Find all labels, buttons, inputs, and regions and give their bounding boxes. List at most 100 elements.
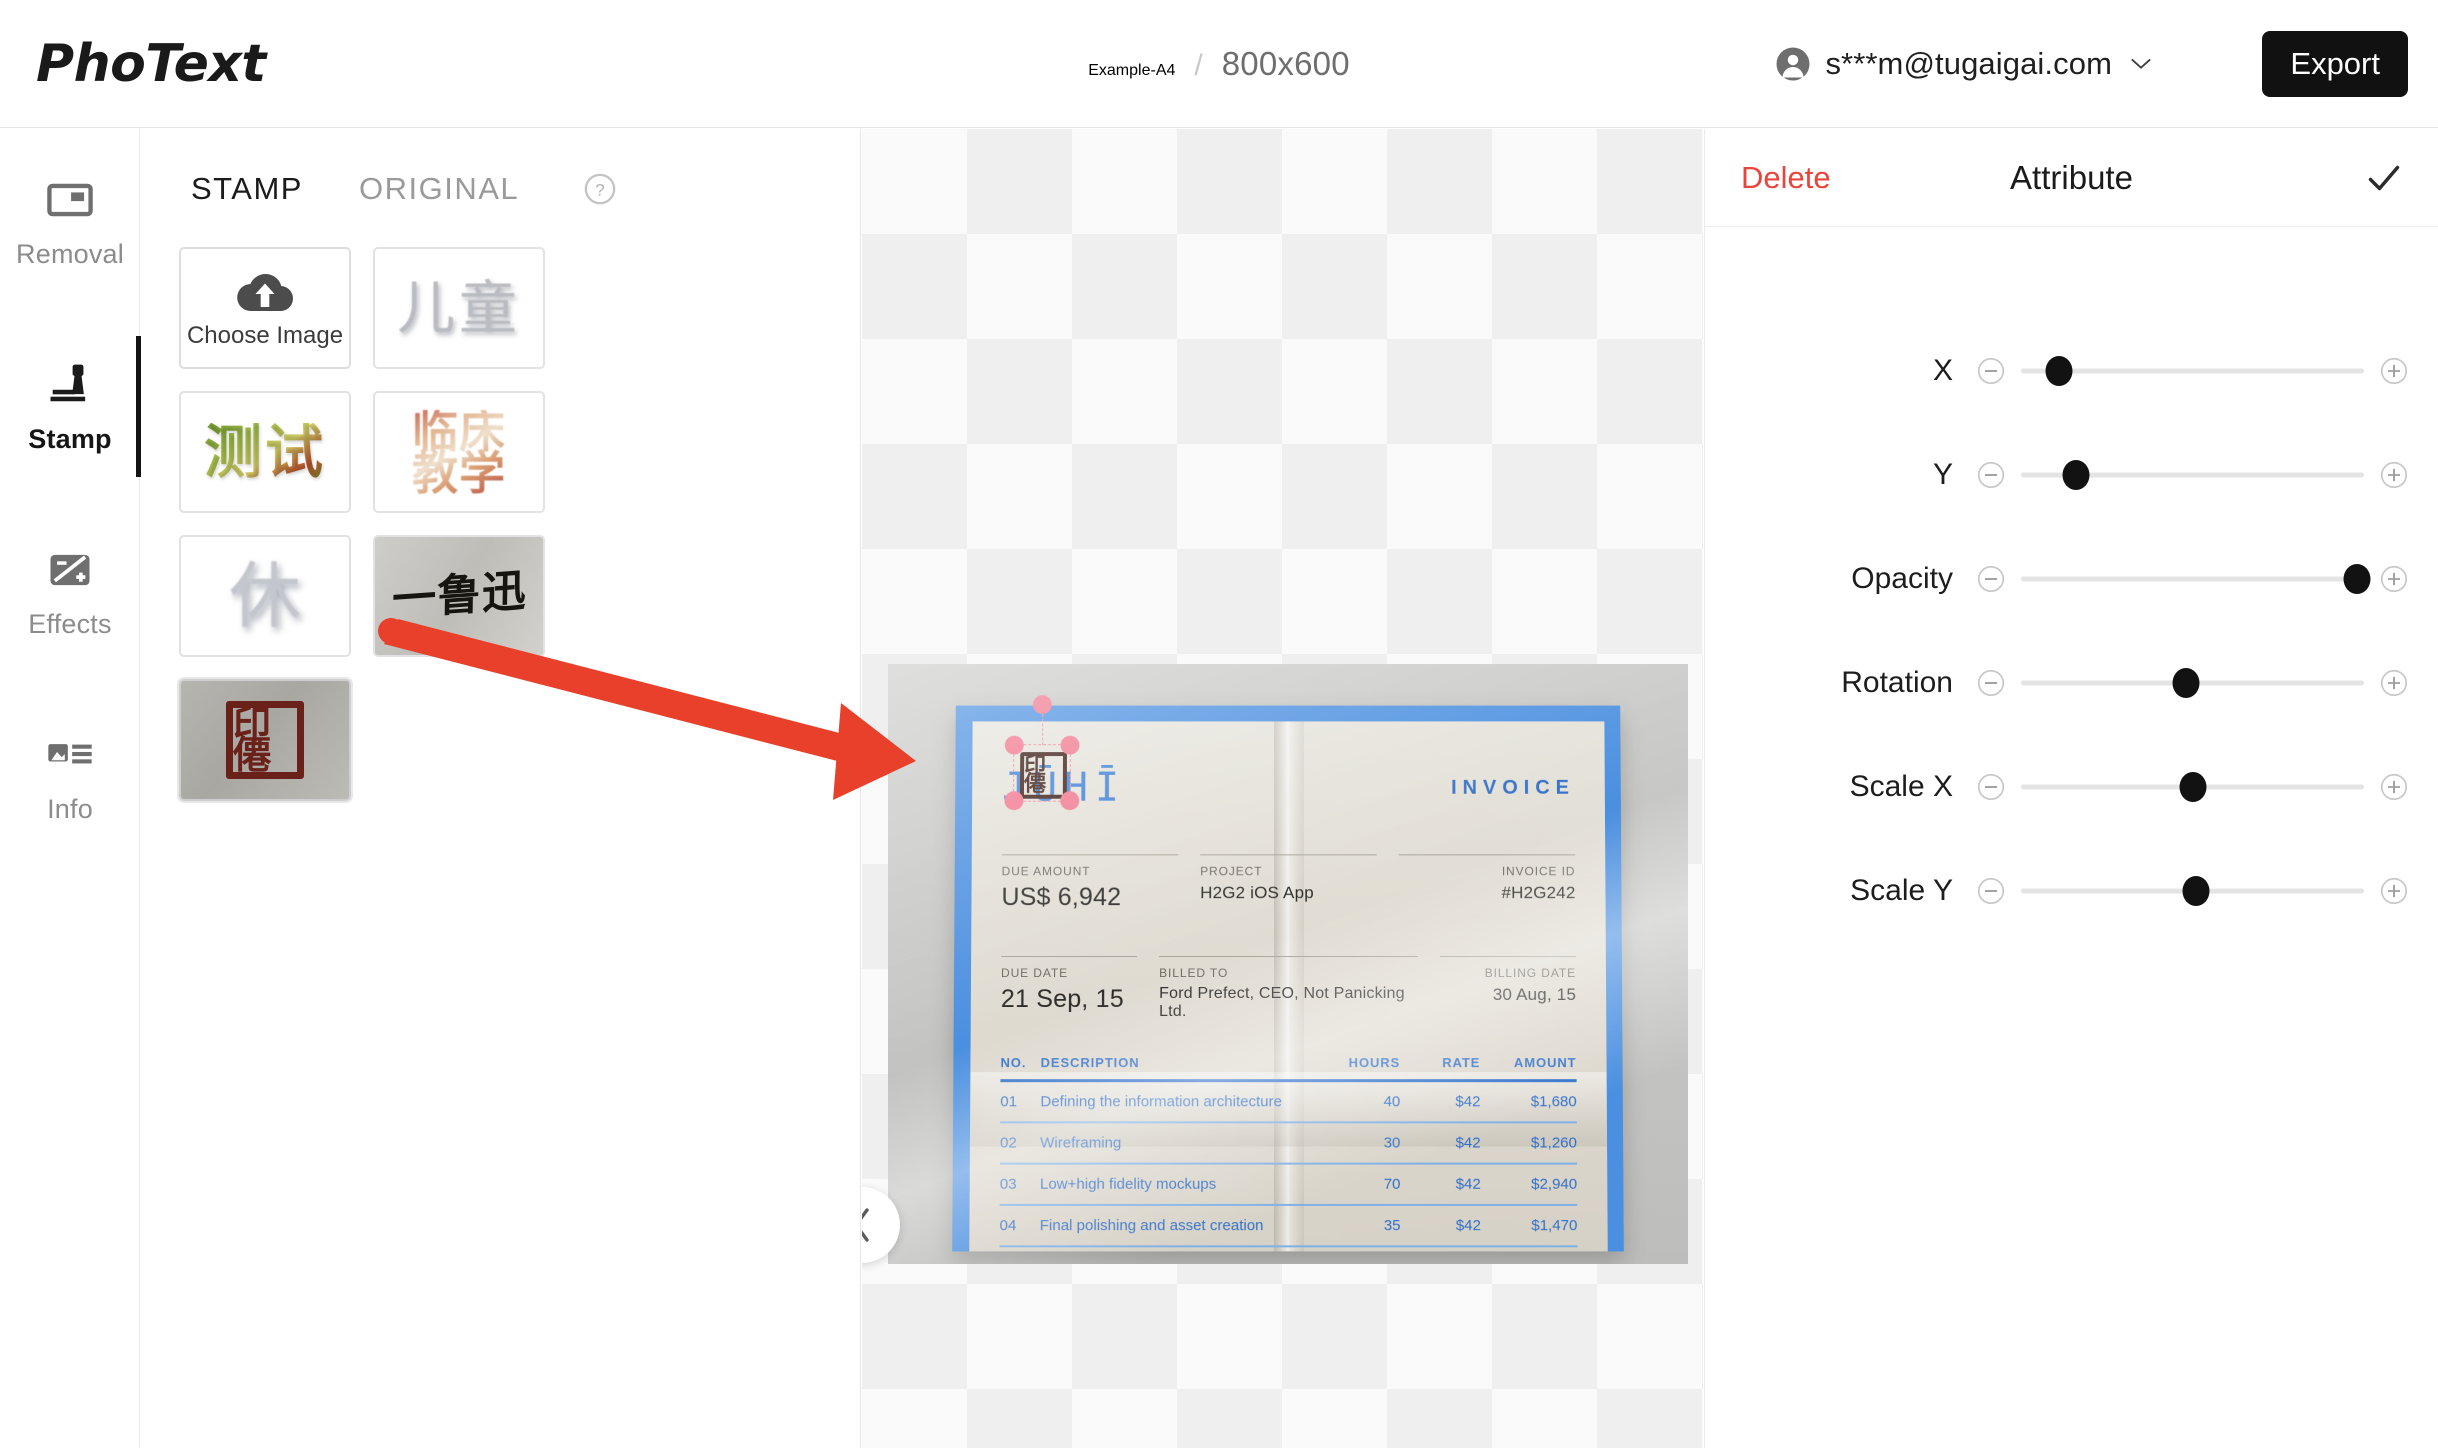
stamp-thumb-luxun[interactable]: 一鲁迅 bbox=[373, 535, 545, 657]
resize-handle-bottom-right[interactable] bbox=[1060, 791, 1079, 810]
resize-handle-top-left[interactable] bbox=[1005, 736, 1024, 755]
minus-circle-icon[interactable] bbox=[1977, 565, 2005, 593]
stamp-panel: STAMP ORIGINAL ? Choose Image 儿童 测试 临床 教… bbox=[141, 129, 861, 1448]
app-header: PhoText Example-A4 / 800x600 s***m@tugai… bbox=[0, 0, 2438, 128]
plus-circle-icon[interactable] bbox=[2380, 669, 2408, 697]
cell-rate: $42 bbox=[1401, 1205, 1482, 1246]
cell-no: 02 bbox=[1000, 1122, 1040, 1163]
table-row: 02 Wireframing 30 $42 $1,260 bbox=[1000, 1122, 1577, 1163]
slider-track-scale-x[interactable] bbox=[2021, 773, 2364, 801]
export-button[interactable]: Export bbox=[2262, 31, 2408, 97]
slider-row-rotation: Rotation bbox=[1705, 631, 2438, 735]
plus-circle-icon[interactable] bbox=[2380, 565, 2408, 593]
stamp-thumb-linchuang[interactable]: 临床 教学 bbox=[373, 391, 545, 513]
tab-original[interactable]: ORIGINAL bbox=[359, 171, 519, 207]
meta-label: INVOICE ID bbox=[1399, 864, 1576, 878]
cell-rate: $42 bbox=[1400, 1164, 1480, 1205]
meta-label: BILLED TO bbox=[1159, 966, 1418, 980]
account-menu[interactable]: s***m@tugaigai.com bbox=[1775, 46, 2152, 82]
slider-knob-opacity[interactable] bbox=[2344, 564, 2371, 594]
meta-value: #H2G242 bbox=[1399, 883, 1576, 903]
col-no: NO. bbox=[1000, 1055, 1040, 1081]
slider-label-y: Y bbox=[1705, 458, 1977, 492]
col-rate: RATE bbox=[1400, 1055, 1480, 1081]
tab-stamp[interactable]: STAMP bbox=[191, 171, 303, 207]
meta-label: DUE DATE bbox=[1001, 966, 1137, 980]
rail-item-effects[interactable]: Effects bbox=[0, 499, 140, 684]
slider-row-y: Y bbox=[1705, 423, 2438, 527]
slider-track-rotation[interactable] bbox=[2021, 669, 2364, 697]
rail-item-stamp[interactable]: Stamp bbox=[0, 314, 140, 499]
minus-circle-icon[interactable] bbox=[1977, 461, 2005, 489]
meta-label: BILLING DATE bbox=[1440, 966, 1576, 980]
stamp-selection-box[interactable]: 印僊 bbox=[1013, 744, 1071, 802]
meta-label: DUE AMOUNT bbox=[1002, 864, 1179, 878]
slider-knob-y[interactable] bbox=[2062, 460, 2089, 490]
slider-track-y[interactable] bbox=[2021, 461, 2364, 489]
cell-no: 01 bbox=[1000, 1081, 1040, 1123]
editor-canvas[interactable]: JŪHĪ INVOICE DUE AMOUNT US$ 6,942 PROJEC… bbox=[862, 129, 1703, 1448]
table-row: 01 Defining the information architecture… bbox=[1000, 1081, 1577, 1123]
stamp-thumb-luxun-text: 一鲁迅 bbox=[391, 569, 526, 623]
info-icon bbox=[44, 729, 96, 781]
plus-circle-icon[interactable] bbox=[2380, 357, 2408, 385]
chevron-left-icon bbox=[862, 1207, 873, 1243]
meta-billing-date: BILLING DATE 30 Aug, 15 bbox=[1440, 956, 1576, 1021]
slider-label-rotation: Rotation bbox=[1705, 666, 1977, 700]
placed-stamp[interactable]: 印僊 bbox=[1020, 752, 1067, 799]
cell-no: 04 bbox=[999, 1205, 1039, 1246]
plus-circle-icon[interactable] bbox=[2380, 773, 2408, 801]
slider-track-x[interactable] bbox=[2021, 357, 2364, 385]
slider-label-opacity: Opacity bbox=[1705, 562, 1977, 596]
slider-label-scale-y: Scale Y bbox=[1705, 874, 1977, 908]
cell-desc: Defining the information architecture bbox=[1040, 1081, 1308, 1123]
cell-rate: $42 bbox=[1400, 1081, 1480, 1123]
meta-value: 21 Sep, 15 bbox=[1001, 985, 1137, 1014]
minus-circle-icon[interactable] bbox=[1977, 357, 2005, 385]
col-desc: DESCRIPTION bbox=[1040, 1055, 1308, 1081]
slider-row-scale-y: Scale Y bbox=[1705, 839, 2438, 943]
minus-circle-icon[interactable] bbox=[1977, 773, 2005, 801]
choose-image-button[interactable]: Choose Image bbox=[179, 247, 351, 369]
cell-hours: 40 bbox=[1308, 1081, 1400, 1123]
meta-invoice-id: INVOICE ID #H2G242 bbox=[1399, 854, 1576, 912]
stamp-thumb-linchuang-text: 临床 教学 bbox=[412, 410, 506, 495]
cell-amount: $1,680 bbox=[1480, 1081, 1576, 1123]
slider-track-opacity[interactable] bbox=[2021, 565, 2364, 593]
attribute-title: Attribute bbox=[2010, 159, 2133, 197]
slider-row-x: X bbox=[1705, 319, 2438, 423]
rotate-handle[interactable] bbox=[1033, 695, 1052, 714]
question-circle-icon[interactable]: ? bbox=[583, 172, 617, 206]
invoice-header: JŪHĪ INVOICE bbox=[1002, 765, 1575, 811]
stamp-thumb-seal-text: 印僊 bbox=[226, 701, 304, 779]
rail-label-info: Info bbox=[47, 794, 93, 825]
stamp-thumb-ertong[interactable]: 儿童 bbox=[373, 247, 545, 369]
slider-label-x: X bbox=[1705, 354, 1977, 388]
stamp-thumb-xiu[interactable]: 休 bbox=[179, 535, 351, 657]
rail-item-removal[interactable]: Removal bbox=[0, 129, 140, 314]
svg-text:?: ? bbox=[595, 181, 604, 200]
plus-circle-icon[interactable] bbox=[2380, 461, 2408, 489]
table-header-row: NO. DESCRIPTION HOURS RATE AMOUNT bbox=[1000, 1055, 1576, 1081]
resize-handle-bottom-left[interactable] bbox=[1004, 791, 1023, 810]
rail-item-info[interactable]: Info bbox=[0, 684, 140, 869]
slider-knob-x[interactable] bbox=[2045, 356, 2072, 386]
meta-due-date: DUE DATE 21 Sep, 15 bbox=[1001, 956, 1137, 1021]
cell-amount: $1,260 bbox=[1481, 1122, 1578, 1163]
plus-circle-icon[interactable] bbox=[2380, 877, 2408, 905]
stamp-thumb-ceshi[interactable]: 测试 bbox=[179, 391, 351, 513]
check-icon[interactable] bbox=[2366, 160, 2402, 196]
delete-button[interactable]: Delete bbox=[1741, 160, 1831, 196]
stamp-thumb-ceshi-text: 测试 bbox=[204, 423, 326, 481]
slider-knob-scale-y[interactable] bbox=[2182, 876, 2209, 906]
slider-knob-rotation[interactable] bbox=[2172, 668, 2199, 698]
slider-track-scale-y[interactable] bbox=[2021, 877, 2364, 905]
cloud-upload-icon bbox=[234, 267, 296, 315]
stamp-thumb-seal[interactable]: 印僊 bbox=[179, 679, 351, 801]
minus-circle-icon[interactable] bbox=[1977, 877, 2005, 905]
slider-knob-scale-x[interactable] bbox=[2179, 772, 2206, 802]
cell-hours: 35 bbox=[1308, 1205, 1401, 1246]
minus-circle-icon[interactable] bbox=[1977, 669, 2005, 697]
meta-due-amount: DUE AMOUNT US$ 6,942 bbox=[1001, 854, 1178, 912]
resize-handle-top-right[interactable] bbox=[1061, 736, 1080, 755]
